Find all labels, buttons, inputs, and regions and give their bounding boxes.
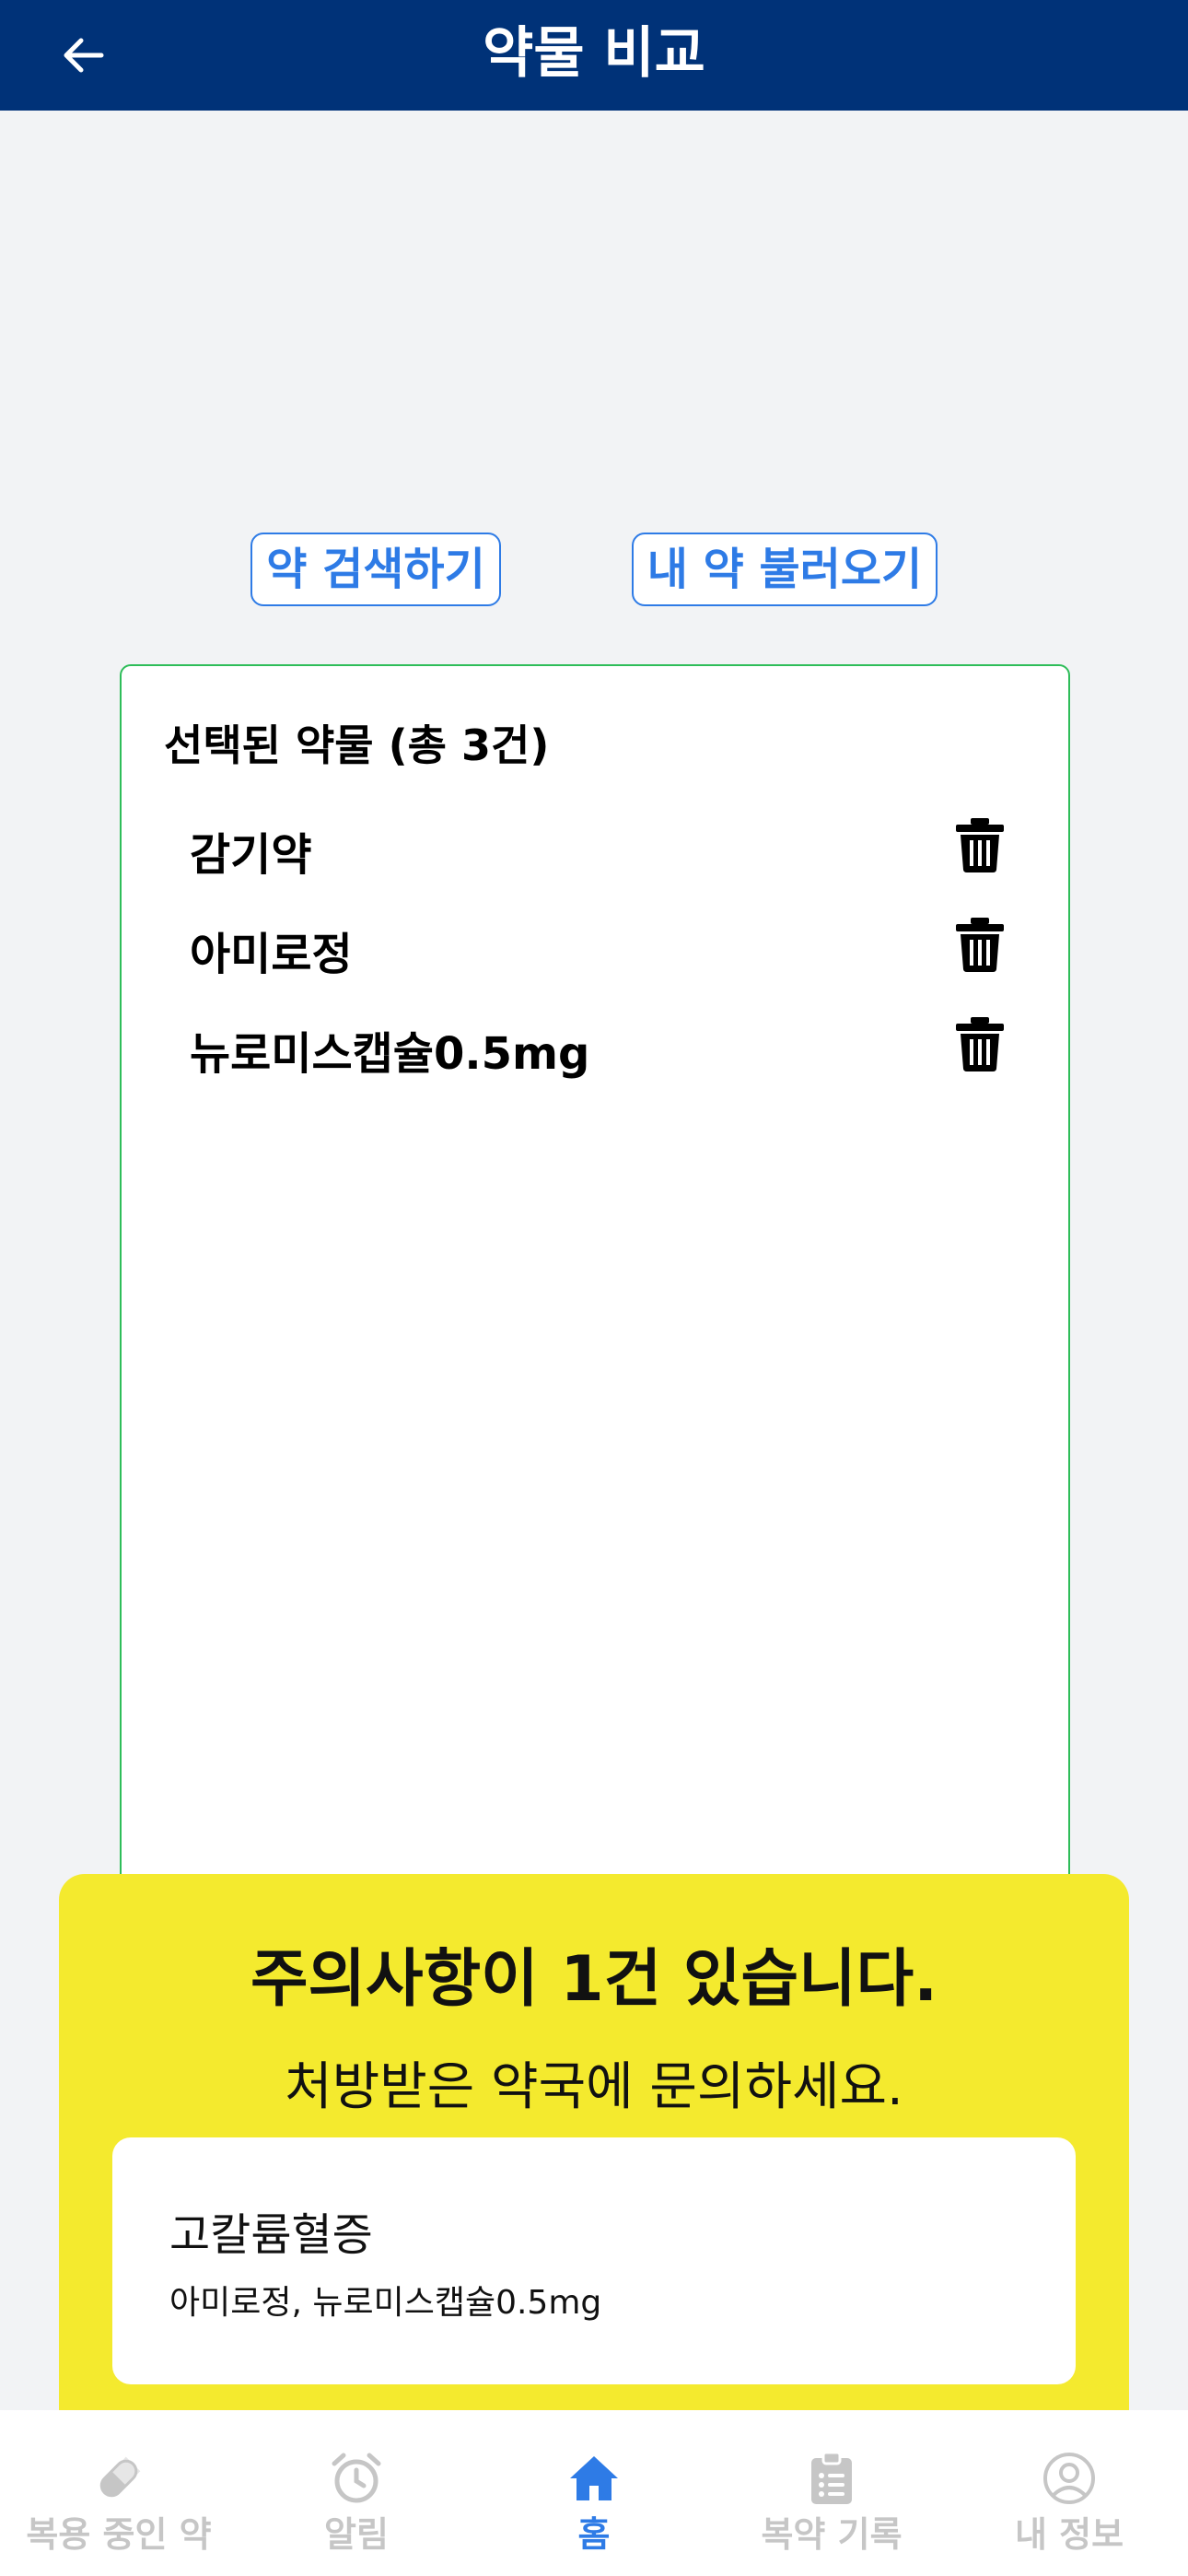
medicine-name: 뉴로미스캡슐0.5mg xyxy=(190,1028,590,1080)
nav-item-home[interactable]: 홈 xyxy=(475,2410,713,2576)
nav-item-medication-log[interactable]: 복약 기록 xyxy=(713,2410,950,2576)
user-icon xyxy=(1043,2453,1095,2504)
alarm-icon xyxy=(332,2453,381,2503)
nav-item-my-info[interactable]: 내 정보 xyxy=(950,2410,1188,2576)
warning-item-title: 고칼륨혈증 xyxy=(169,2209,373,2261)
search-medicine-button[interactable]: 약 검색하기 xyxy=(250,533,501,606)
page-title: 약물 비교 xyxy=(483,21,705,86)
warning-title: 주의사항이 1건 있습니다. xyxy=(250,1943,938,2016)
selected-medicines-panel: 선택된 약물 (총 3건) 감기약 아미로정 뉴로미스캡슐0.5mg xyxy=(120,664,1070,1973)
app-header: 약물 비교 xyxy=(0,0,1188,111)
medicine-name: 감기약 xyxy=(190,829,312,881)
nav-label: 복약 기록 xyxy=(761,2514,903,2555)
medicine-item: 감기약 xyxy=(190,809,1037,883)
medicine-item: 아미로정 xyxy=(190,908,1037,982)
trash-icon[interactable] xyxy=(952,816,1007,873)
warning-item-detail: 아미로정, 뉴로미스캡슐0.5mg xyxy=(169,2284,602,2322)
warning-subtitle: 처방받은 약국에 문의하세요. xyxy=(285,2057,903,2117)
nav-label: 복용 중인 약 xyxy=(26,2514,212,2555)
home-icon xyxy=(570,2456,618,2500)
clipboard-icon xyxy=(811,2451,852,2504)
nav-item-alarm[interactable]: 알림 xyxy=(238,2410,475,2576)
nav-item-current-medicines[interactable]: 복용 중인 약 xyxy=(0,2410,238,2576)
load-my-medicine-button[interactable]: 내 약 불러오기 xyxy=(632,533,938,606)
bottom-navigation: 복용 중인 약 알림 홈 복약 기록 내 정보 xyxy=(0,2410,1188,2576)
medicine-name: 아미로정 xyxy=(190,929,353,980)
medicine-item: 뉴로미스캡슐0.5mg xyxy=(190,1008,1037,1082)
selected-medicines-title: 선택된 약물 (총 3건) xyxy=(164,720,550,770)
pill-icon xyxy=(99,2456,141,2498)
nav-label: 홈 xyxy=(577,2514,611,2555)
nav-label: 내 정보 xyxy=(1014,2514,1124,2555)
nav-label: 알림 xyxy=(324,2514,389,2555)
trash-icon[interactable] xyxy=(952,1015,1007,1072)
warning-card[interactable]: 고칼륨혈증 아미로정, 뉴로미스캡슐0.5mg xyxy=(112,2137,1076,2384)
trash-icon[interactable] xyxy=(952,916,1007,973)
